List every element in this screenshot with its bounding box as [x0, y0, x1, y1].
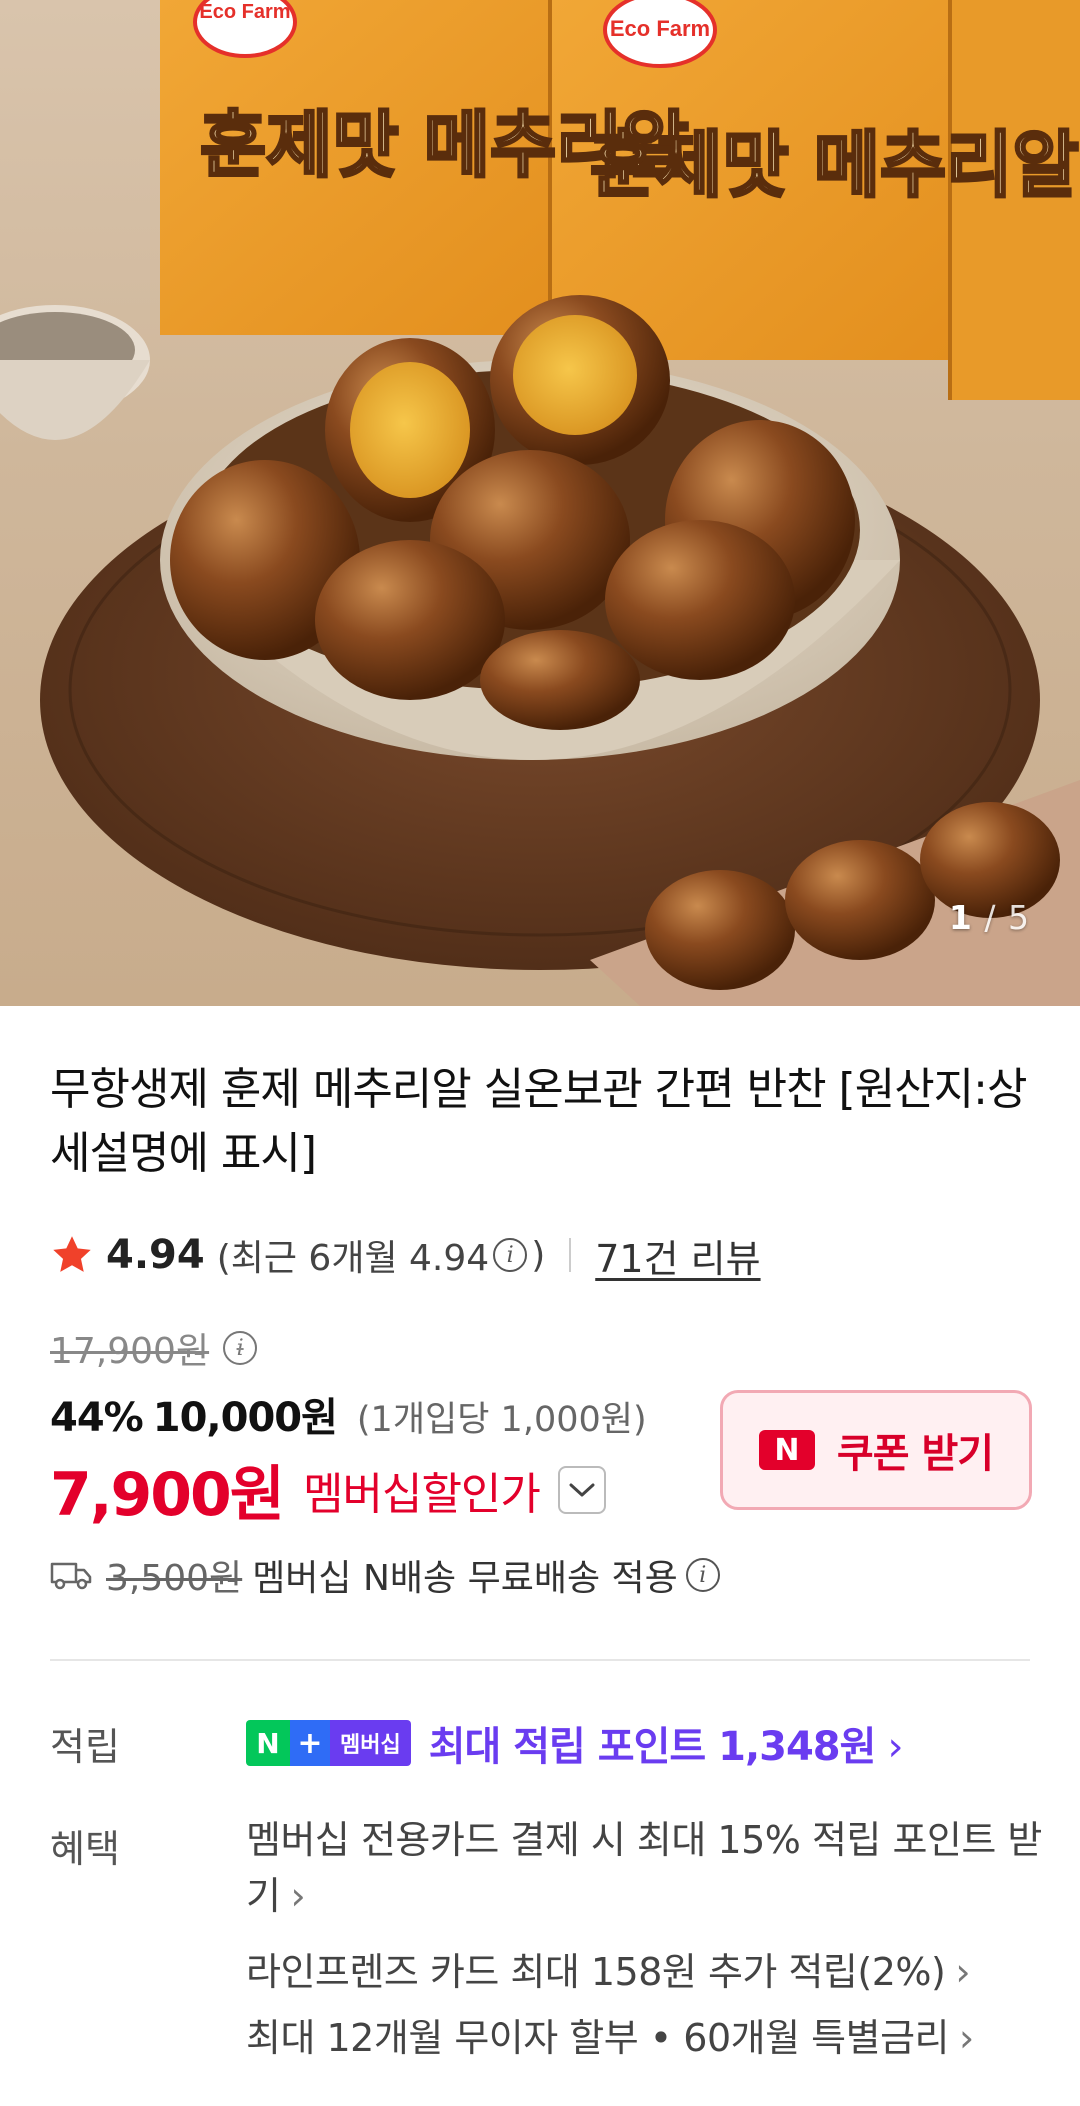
membership-price-row: 7,900원 멤버십할인가 — [50, 1446, 606, 1533]
sale-price: 10,000원 — [152, 1395, 338, 1441]
info-icon[interactable]: i — [493, 1238, 528, 1272]
get-coupon-button[interactable]: N 쿠폰 받기 — [720, 1390, 1032, 1510]
expand-price-button[interactable] — [557, 1465, 606, 1514]
original-price: 17,900원 i — [50, 1322, 261, 1374]
points-label: 적립 — [50, 1725, 120, 1769]
unit-price: (1개입당 1,000원) — [356, 1400, 647, 1440]
star-icon — [53, 1236, 91, 1272]
naver-plus-membership-badge: N + 멤버십 — [246, 1720, 411, 1766]
max-points-link[interactable]: 최대 적립 포인트 1,348원 › — [429, 1714, 904, 1772]
chevron-down-icon — [569, 1483, 595, 1496]
shipping-row: 3,500원 멤버십 N배송 무료배송 적용 i — [50, 1550, 724, 1600]
chevron-right-icon: › — [955, 1950, 971, 1994]
coupon-button-label: 쿠폰 받기 — [836, 1431, 994, 1477]
product-image-gallery[interactable]: Eco Farm Eco Farm 훈제맛 메추리알 훈제맛 메추리알 1 / … — [0, 0, 1080, 1006]
membership-price: 7,900원 — [50, 1460, 285, 1530]
info-icon[interactable]: i — [223, 1331, 258, 1365]
points-row[interactable]: N + 멤버십 최대 적립 포인트 1,348원 › — [246, 1714, 904, 1772]
product-photo: Eco Farm Eco Farm 훈제맛 메추리알 훈제맛 메추리알 — [0, 0, 1080, 1006]
info-icon[interactable]: i — [685, 1558, 720, 1592]
image-counter: 1 / 5 — [948, 898, 1030, 937]
section-divider — [50, 1659, 1030, 1661]
product-title: 무항생제 훈제 메추리알 실온보관 간편 반찬 [원산지:상세설명에 표시] — [50, 1064, 1027, 1179]
membership-price-label: 멤버십할인가 — [303, 1468, 541, 1520]
rating-score: 4.94 — [106, 1232, 205, 1278]
benefit-item[interactable]: 라인프렌즈 카드 최대 158원 추가 적립(2%) › — [246, 1944, 1046, 2000]
benefit-item[interactable]: 최대 12개월 무이자 할부 • 60개월 특별금리 › — [246, 2010, 1046, 2066]
chevron-right-icon: › — [290, 1874, 306, 1918]
truck-icon — [50, 1562, 92, 1590]
sale-price-row: 44% 10,000원 (1개입당 1,000원) — [50, 1385, 647, 1443]
chevron-right-icon: › — [959, 2016, 974, 2060]
benefit-item[interactable]: 멤버십 전용카드 결제 시 최대 15% 적립 포인트 받기 › — [246, 1812, 1046, 1924]
divider — [569, 1238, 572, 1272]
shipping-text: 멤버십 N배송 무료배송 적용 — [252, 1558, 678, 1599]
rating-row: 4.94 (최근 6개월 4.94 i ) 71건 리뷰 — [50, 1228, 761, 1283]
original-shipping-fee: 3,500원 — [106, 1558, 243, 1599]
naver-n-icon: N — [758, 1430, 815, 1470]
chevron-right-icon: › — [887, 1724, 903, 1770]
svg-text:Eco Farm: Eco Farm — [610, 16, 710, 41]
benefits-label: 혜택 — [50, 1827, 120, 1871]
recent-rating: (최근 6개월 4.94 i ) — [216, 1234, 546, 1280]
svg-text:Eco Farm: Eco Farm — [199, 1, 290, 23]
svg-text:훈제맛 메추리알: 훈제맛 메추리알 — [590, 123, 1079, 207]
reviews-link[interactable]: 71건 리뷰 — [595, 1228, 760, 1283]
discount-percent: 44% — [50, 1395, 144, 1441]
